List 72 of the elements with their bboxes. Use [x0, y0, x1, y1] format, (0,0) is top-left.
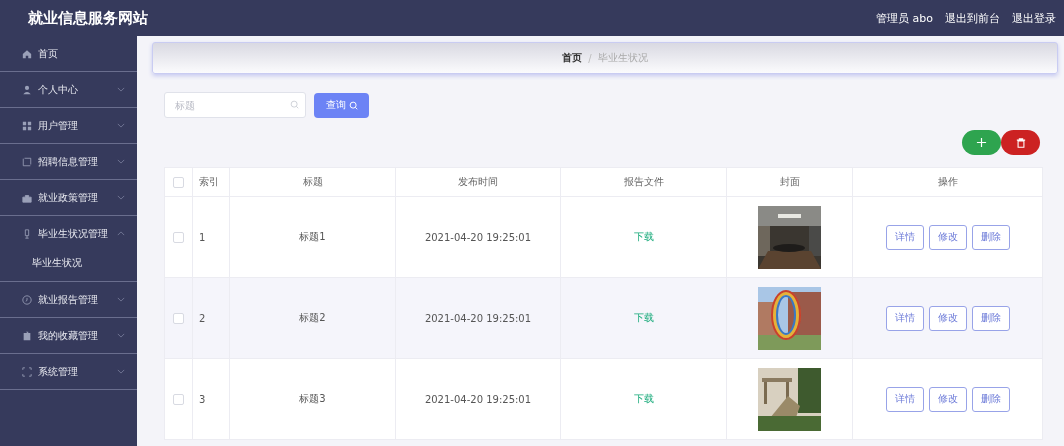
- sidebar-item[interactable]: 我的收藏管理: [0, 318, 137, 353]
- download-link[interactable]: 下载: [633, 393, 654, 404]
- table-cell: 标题1: [299, 231, 326, 242]
- sidebar-item[interactable]: 就业报告管理: [0, 282, 137, 317]
- download-link[interactable]: 下载: [633, 312, 654, 323]
- menu-icon: [22, 330, 32, 341]
- chevron-icon: [117, 297, 125, 302]
- table-cell: 标题2: [299, 312, 326, 323]
- action-button[interactable]: 删除: [971, 305, 1010, 331]
- chevron-icon: [117, 159, 125, 164]
- chevron-icon: [117, 231, 125, 236]
- action-button[interactable]: 详情: [885, 305, 924, 331]
- table-cell: 2: [199, 312, 206, 324]
- menu-icon: [22, 228, 32, 239]
- action-button[interactable]: 修改: [928, 224, 967, 250]
- action-button[interactable]: 删除: [971, 224, 1010, 250]
- breadcrumb-separator: /: [588, 52, 592, 64]
- menu-icon: [22, 48, 32, 59]
- trash-icon: [1015, 137, 1026, 148]
- sidebar-item[interactable]: 个人中心: [0, 72, 137, 107]
- column-header: 操作: [937, 176, 958, 187]
- delete-button[interactable]: [1001, 130, 1040, 155]
- header-link[interactable]: 退出登录: [1012, 10, 1056, 26]
- table-cell: 3: [199, 393, 206, 405]
- chevron-icon: [117, 333, 125, 338]
- action-button[interactable]: 详情: [885, 224, 924, 250]
- sidebar-item[interactable]: 招聘信息管理: [0, 144, 137, 179]
- chevron-icon: [117, 123, 125, 128]
- menu-icon: [22, 120, 32, 131]
- table-cell: 2021-04-20 19:25:01: [424, 393, 532, 405]
- row-checkbox[interactable]: [173, 393, 184, 405]
- column-header: 封面: [779, 176, 800, 187]
- chevron-icon: [117, 195, 125, 200]
- action-button[interactable]: 修改: [928, 386, 967, 412]
- sidebar-subitem[interactable]: 毕业生状况: [0, 251, 137, 281]
- select-all-checkbox[interactable]: [173, 176, 184, 188]
- menu-icon: [22, 84, 32, 95]
- search-icon: [348, 100, 358, 110]
- table-cell: 2021-04-20 19:25:01: [424, 231, 532, 243]
- plus-icon: [976, 137, 987, 148]
- add-button[interactable]: [962, 130, 1001, 155]
- sidebar-item[interactable]: 首页: [0, 36, 137, 71]
- search-button[interactable]: 查询: [314, 92, 369, 118]
- user-label: 管理员 abo: [876, 10, 933, 26]
- table-cell: 2021-04-20 19:25:01: [424, 312, 532, 324]
- row-checkbox[interactable]: [173, 231, 184, 243]
- header-link[interactable]: 退出到前台: [945, 10, 1000, 26]
- sidebar-item[interactable]: 用户管理: [0, 108, 137, 143]
- search-field[interactable]: 标题: [164, 92, 306, 118]
- download-link[interactable]: 下载: [633, 231, 654, 242]
- menu-icon: [22, 192, 32, 203]
- menu-icon: [22, 366, 32, 377]
- sidebar-item[interactable]: 系统管理: [0, 354, 137, 389]
- menu-icon: [22, 294, 32, 305]
- action-button[interactable]: 详情: [885, 386, 924, 412]
- action-button[interactable]: 删除: [971, 386, 1010, 412]
- chevron-icon: [117, 369, 125, 374]
- menu-icon: [22, 156, 32, 167]
- column-header: 标题: [302, 176, 323, 187]
- table-cell: 标题3: [299, 393, 326, 404]
- site-title: 就业信息服务网站: [28, 8, 149, 28]
- breadcrumb-link[interactable]: 首页: [562, 51, 583, 65]
- column-header: 索引: [199, 176, 219, 187]
- sidebar-item[interactable]: 毕业生状况管理: [0, 216, 137, 251]
- table-cell: 1: [199, 231, 206, 243]
- row-checkbox[interactable]: [173, 312, 184, 324]
- action-button[interactable]: 修改: [928, 305, 967, 331]
- search-icon: [290, 100, 299, 109]
- column-header: 发布时间: [458, 176, 498, 187]
- column-header: 报告文件: [623, 176, 664, 187]
- sidebar-item[interactable]: 就业政策管理: [0, 180, 137, 215]
- chevron-icon: [117, 87, 125, 92]
